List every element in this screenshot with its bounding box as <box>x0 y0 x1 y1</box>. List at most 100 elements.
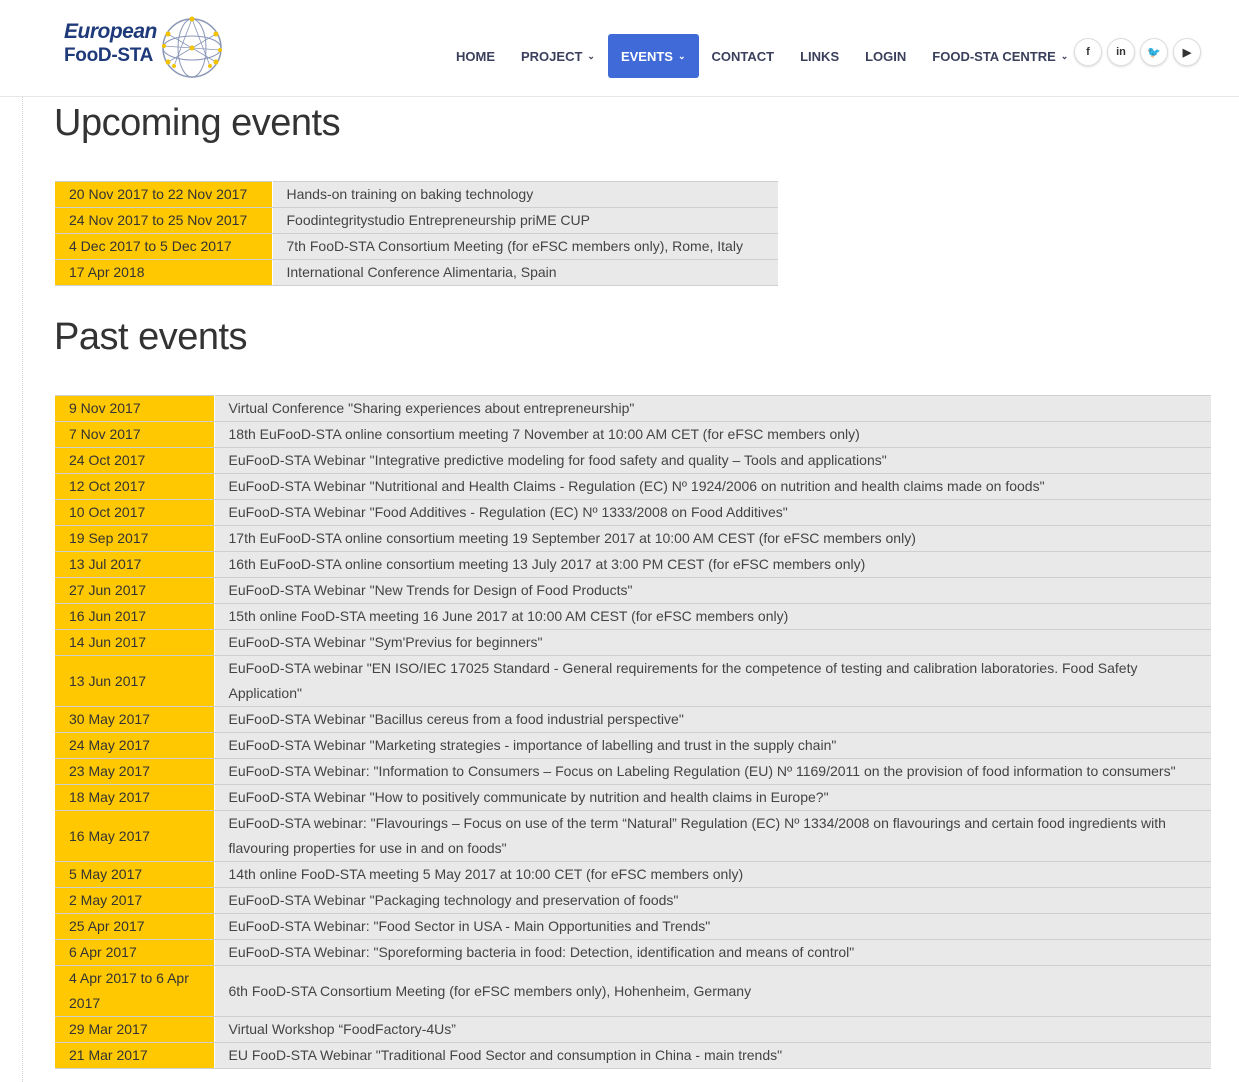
event-row: 2 May 2017 EuFooD-STA Webinar "Packaging … <box>55 887 1211 914</box>
linkedin-icon[interactable]: in <box>1107 38 1135 66</box>
nav-item-label: CONTACT <box>711 48 775 64</box>
event-row: 16 May 2017 EuFooD-STA webinar: "Flavouri… <box>55 810 1211 862</box>
event-row: 16 Jun 2017 15th online FooD-STA meeting … <box>55 603 1211 630</box>
site-logo[interactable]: European FooD-STA <box>64 16 234 86</box>
event-link[interactable]: 7th FooD-STA Consortium Meeting (for eFS… <box>287 238 743 254</box>
nav-item-login[interactable]: LOGIN <box>852 34 919 78</box>
event-title-cell: EuFooD-STA Webinar "New Trends for Desig… <box>214 577 1211 604</box>
event-title-cell: International Conference Alimentaria, Sp… <box>272 259 778 286</box>
nav-item-home[interactable]: HOME <box>443 34 508 78</box>
event-title-cell: Virtual Conference "Sharing experiences … <box>214 395 1211 422</box>
event-title-cell: EuFooD-STA Webinar "Integrative predicti… <box>214 447 1211 474</box>
chevron-down-icon: ⌄ <box>587 50 595 61</box>
logo-line1: European <box>64 20 157 43</box>
event-date: 16 May 2017 <box>55 810 215 862</box>
event-link[interactable]: International Conference Alimentaria, Sp… <box>287 264 557 280</box>
event-date: 18 May 2017 <box>55 784 215 811</box>
nav-item-label: FOOD-STA CENTRE <box>932 48 1056 64</box>
event-date: 9 Nov 2017 <box>55 395 215 422</box>
twitter-icon[interactable]: 🐦 <box>1140 38 1168 66</box>
event-date: 21 Mar 2017 <box>55 1042 215 1069</box>
nav-item-label: LINKS <box>800 48 840 64</box>
youtube-icon[interactable]: ▶ <box>1173 38 1201 66</box>
globe-icon <box>162 16 222 78</box>
event-title-cell: 14th online FooD-STA meeting 5 May 2017 … <box>214 861 1211 888</box>
event-row: 24 Nov 2017 to 25 Nov 2017 Foodintegritys… <box>55 207 778 234</box>
event-row: 23 May 2017 EuFooD-STA Webinar: "Informat… <box>55 758 1211 785</box>
site-header: European FooD-STA HOME PROJECT ⌄ EVENTS ⌄ CON… <box>0 0 1239 97</box>
event-link[interactable]: 15th online FooD-STA meeting 16 June 201… <box>229 608 789 624</box>
event-title-cell: 17th EuFooD-STA online consortium meetin… <box>214 525 1211 552</box>
event-date: 14 Jun 2017 <box>55 629 215 656</box>
event-date: 16 Jun 2017 <box>55 603 215 630</box>
event-row: 7 Nov 2017 18th EuFooD-STA online consort… <box>55 421 1211 448</box>
event-row: 30 May 2017 EuFooD-STA Webinar "Bacillus … <box>55 706 1211 733</box>
event-date: 13 Jun 2017 <box>55 655 215 707</box>
event-title-cell: 6th FooD-STA Consortium Meeting (for eFS… <box>214 965 1211 1017</box>
social-links: f in 🐦 ▶ <box>1074 38 1201 66</box>
nav-item-label: EVENTS <box>620 48 673 64</box>
event-link[interactable]: EU FooD-STA Webinar "Traditional Food Se… <box>229 1047 783 1063</box>
event-title-cell: EuFooD-STA Webinar: "Food Sector in USA … <box>214 913 1211 940</box>
event-link[interactable]: 18th EuFooD-STA online consortium meetin… <box>229 426 860 442</box>
event-link[interactable]: 14th online FooD-STA meeting 5 May 2017 … <box>229 866 744 882</box>
event-link[interactable]: Foodintegritystudio Entrepreneurship pri… <box>287 212 590 228</box>
event-link[interactable]: EuFooD-STA Webinar "Marketing strategies… <box>229 737 837 753</box>
event-date: 20 Nov 2017 to 22 Nov 2017 <box>55 181 273 208</box>
event-link[interactable]: 17th EuFooD-STA online consortium meetin… <box>229 530 916 546</box>
event-link[interactable]: EuFooD-STA Webinar: "Food Sector in USA … <box>229 918 711 934</box>
event-date: 29 Mar 2017 <box>55 1016 215 1043</box>
event-row: 12 Oct 2017 EuFooD-STA Webinar "Nutrition… <box>55 473 1211 500</box>
event-date: 25 Apr 2017 <box>55 913 215 940</box>
event-link[interactable]: EuFooD-STA webinar: "Flavourings – Focus… <box>229 815 1166 856</box>
event-link[interactable]: EuFooD-STA Webinar "Nutritional and Heal… <box>229 478 1045 494</box>
event-date: 4 Apr 2017 to 6 Apr 2017 <box>55 965 215 1017</box>
event-link[interactable]: EuFooD-STA Webinar: "Information to Cons… <box>229 763 1176 779</box>
event-link[interactable]: 6th FooD-STA Consortium Meeting (for eFS… <box>229 983 752 999</box>
event-link[interactable]: Virtual Conference "Sharing experiences … <box>229 400 635 416</box>
event-title-cell: 18th EuFooD-STA online consortium meetin… <box>214 421 1211 448</box>
event-link[interactable]: 16th EuFooD-STA online consortium meetin… <box>229 556 866 572</box>
event-title-cell: EuFooD-STA Webinar "How to positively co… <box>214 784 1211 811</box>
event-link[interactable]: Hands-on training on baking technology <box>287 186 534 202</box>
left-divider <box>22 97 23 1082</box>
nav-item-label: PROJECT <box>521 48 583 64</box>
event-row: 9 Nov 2017 Virtual Conference "Sharing ex… <box>55 395 1211 422</box>
event-title-cell: EuFooD-STA webinar: "Flavourings – Focus… <box>214 810 1211 862</box>
past-events-heading: Past events <box>54 316 248 358</box>
event-link[interactable]: EuFooD-STA Webinar "Packaging technology… <box>229 892 679 908</box>
event-title-cell: EU FooD-STA Webinar "Traditional Food Se… <box>214 1042 1211 1069</box>
event-link[interactable]: EuFooD-STA Webinar "Integrative predicti… <box>229 452 887 468</box>
event-title-cell: EuFooD-STA Webinar: "Sporeforming bacter… <box>214 939 1211 966</box>
nav-item-contact[interactable]: CONTACT <box>699 34 788 78</box>
event-link[interactable]: EuFooD-STA Webinar "New Trends for Desig… <box>229 582 633 598</box>
event-link[interactable]: EuFooD-STA Webinar: "Sporeforming bacter… <box>229 944 855 960</box>
event-row: 25 Apr 2017 EuFooD-STA Webinar: "Food Sec… <box>55 913 1211 940</box>
event-link[interactable]: EuFooD-STA webinar "EN ISO/IEC 17025 Sta… <box>229 660 1138 701</box>
event-link[interactable]: EuFooD-STA Webinar "Bacillus cereus from… <box>229 711 684 727</box>
event-date: 23 May 2017 <box>55 758 215 785</box>
event-row: 14 Jun 2017 EuFooD-STA Webinar "Sym'Previ… <box>55 629 1211 656</box>
event-date: 5 May 2017 <box>55 861 215 888</box>
event-title-cell: EuFooD-STA Webinar: "Information to Cons… <box>214 758 1211 785</box>
event-date: 24 Nov 2017 to 25 Nov 2017 <box>55 207 273 234</box>
nav-item-project[interactable]: PROJECT ⌄ <box>508 34 608 78</box>
nav-item-food-sta-centre[interactable]: FOOD-STA CENTRE ⌄ <box>919 34 1081 78</box>
event-link[interactable]: EuFooD-STA Webinar "How to positively co… <box>229 789 829 805</box>
event-row: 24 Oct 2017 EuFooD-STA Webinar "Integrati… <box>55 447 1211 474</box>
event-title-cell: 7th FooD-STA Consortium Meeting (for eFS… <box>272 233 778 260</box>
nav-item-events[interactable]: EVENTS ⌄ <box>607 34 699 78</box>
main-nav: HOME PROJECT ⌄ EVENTS ⌄ CONTACT LINKS LOGIN FOOD… <box>443 34 1081 78</box>
nav-item-links[interactable]: LINKS <box>787 34 852 78</box>
upcoming-events-table: 20 Nov 2017 to 22 Nov 2017 Hands-on train… <box>55 181 778 286</box>
event-date: 7 Nov 2017 <box>55 421 215 448</box>
facebook-icon[interactable]: f <box>1074 38 1102 66</box>
event-row: 21 Mar 2017 EU FooD-STA Webinar "Traditio… <box>55 1042 1211 1069</box>
event-title-cell: Hands-on training on baking technology <box>272 181 778 208</box>
nav-item-label: HOME <box>456 48 495 64</box>
event-row: 5 May 2017 14th online FooD-STA meeting 5… <box>55 861 1211 888</box>
event-title-cell: EuFooD-STA Webinar "Packaging technology… <box>214 887 1211 914</box>
event-link[interactable]: EuFooD-STA Webinar "Sym'Previus for begi… <box>229 634 543 650</box>
event-link[interactable]: Virtual Workshop “FoodFactory-4Us” <box>229 1021 456 1037</box>
event-link[interactable]: EuFooD-STA Webinar "Food Additives - Reg… <box>229 504 788 520</box>
